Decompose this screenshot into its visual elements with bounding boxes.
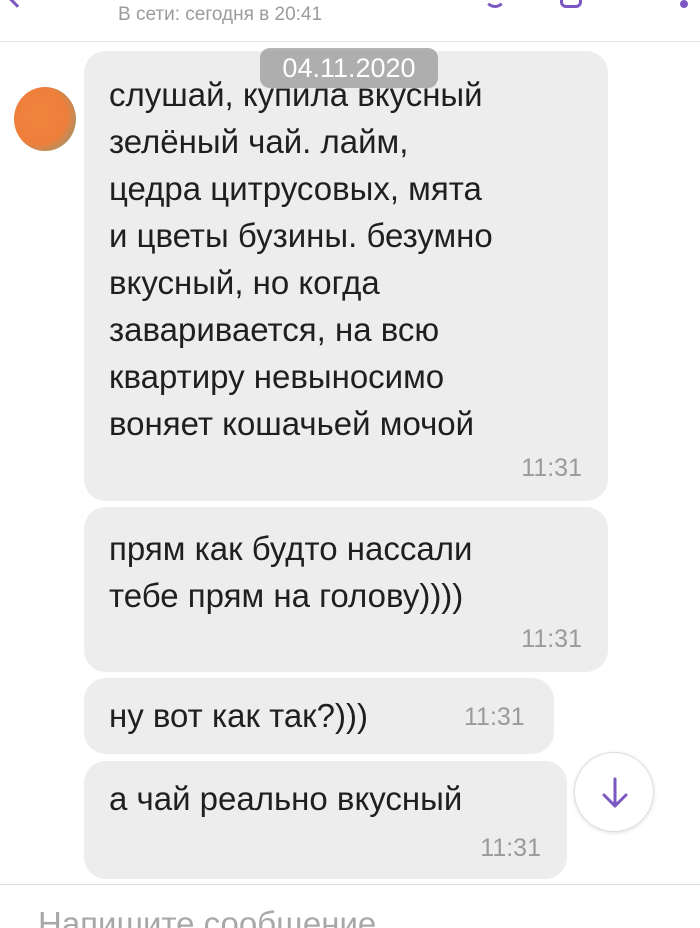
message-input-bar[interactable]: Напишите сообщение... [0,884,700,928]
message-time: 11:31 [521,454,582,482]
message-list[interactable]: слушай, купила вкусный зелёный чай. лайм… [0,43,700,884]
arrow-down-icon [602,777,628,808]
date-chip: 04.11.2020 [260,48,438,88]
message-input[interactable]: Напишите сообщение... [38,905,404,928]
message-text: а чай реально вкусный [109,780,463,817]
message-bubble[interactable]: а чай реально вкусный 11:31 [84,761,567,879]
message-text: слушай, купила вкусный зелёный чай. лайм… [109,76,493,442]
chat-header: В сети: сегодня в 20:41 [0,0,700,42]
message-time: 11:31 [464,703,525,731]
call-icon[interactable] [484,0,506,8]
avatar[interactable] [14,87,76,151]
more-icon[interactable] [680,0,688,8]
message-text: прям как будто нассали тебе прям на голо… [109,530,473,614]
message-time: 11:31 [480,834,541,862]
video-call-icon[interactable] [560,0,582,8]
back-arrow-icon[interactable] [4,0,30,8]
message-bubble[interactable]: прям как будто нассали тебе прям на голо… [84,507,608,672]
online-status: В сети: сегодня в 20:41 [118,4,323,25]
scroll-down-button[interactable] [574,752,654,832]
message-bubble[interactable]: ну вот как так?))) 11:31 [84,678,554,754]
message-text: ну вот как так?))) [109,697,368,734]
chat-screen: В сети: сегодня в 20:41 слушай, купила в… [0,0,700,928]
message-time: 11:31 [521,625,582,653]
message-bubble[interactable]: слушай, купила вкусный зелёный чай. лайм… [84,51,608,501]
